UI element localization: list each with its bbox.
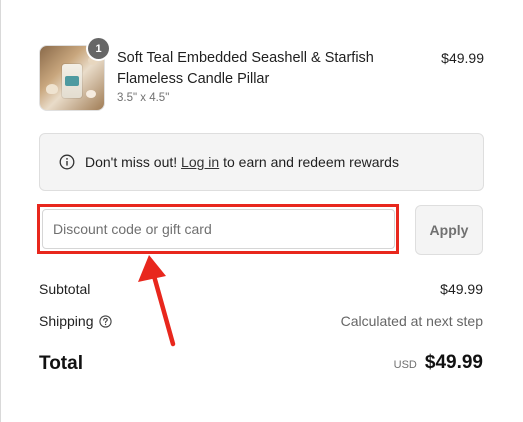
total-amount-group: USD $49.99 <box>394 352 483 374</box>
shipping-label: Shipping <box>39 313 94 329</box>
rewards-message: Don't miss out! Log in to earn and redee… <box>85 154 399 170</box>
rewards-prefix: Don't miss out! <box>85 154 178 170</box>
info-icon <box>59 154 75 170</box>
login-link[interactable]: Log in <box>181 154 219 170</box>
product-variant: 3.5" x 4.5" <box>117 92 170 104</box>
panel-divider <box>0 0 1 422</box>
quantity-badge: 1 <box>88 38 109 59</box>
total-label: Total <box>39 353 83 374</box>
subtotal-label: Subtotal <box>39 281 91 297</box>
shipping-row-label: Shipping <box>39 313 112 329</box>
subtotal-value: $49.99 <box>440 281 483 297</box>
currency-code: USD <box>393 359 417 371</box>
question-mark-icon[interactable] <box>98 315 112 328</box>
discount-code-input[interactable] <box>42 209 395 249</box>
product-price: $49.99 <box>441 50 484 66</box>
product-name: Soft Teal Embedded Seashell & Starfish F… <box>117 50 374 87</box>
cart-line-item: 1 Soft Teal Embedded Seashell & Starfish… <box>39 38 484 111</box>
rewards-banner: Don't miss out! Log in to earn and redee… <box>39 133 484 191</box>
total-value: $49.99 <box>424 352 483 373</box>
rewards-suffix: to earn and redeem rewards <box>223 154 399 170</box>
shipping-value: Calculated at next step <box>340 313 483 329</box>
apply-button[interactable]: Apply <box>415 205 483 255</box>
annotation-arrow-icon <box>138 255 176 347</box>
